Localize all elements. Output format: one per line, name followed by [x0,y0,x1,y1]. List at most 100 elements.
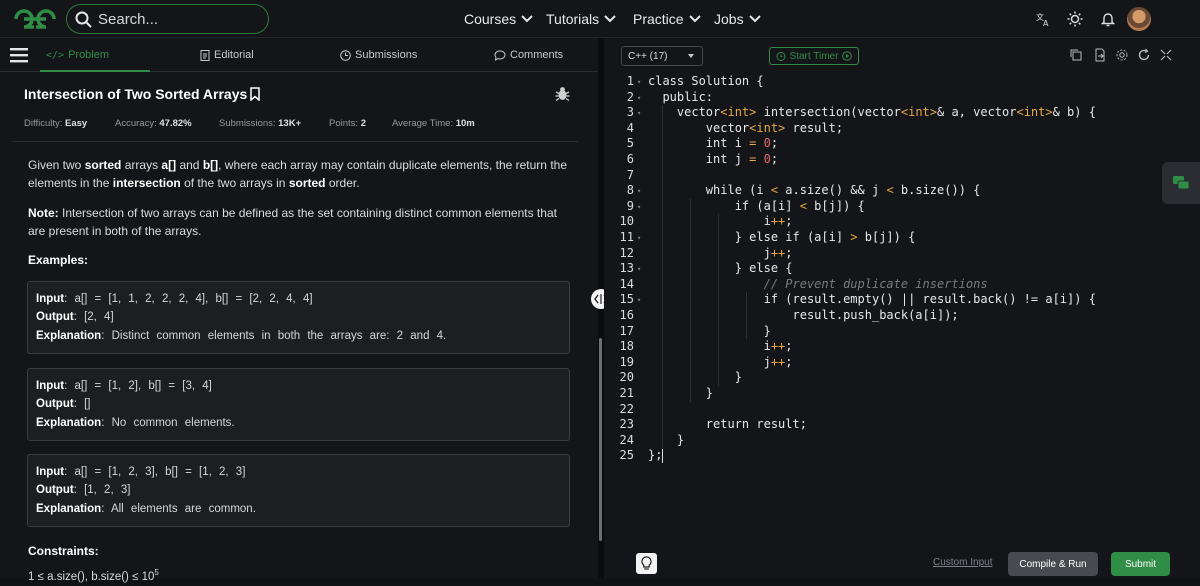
clock-icon [340,49,351,61]
nav-jobs[interactable]: Jobs [714,0,761,38]
code-text: // Prevent duplicate insertions [763,276,988,291]
constraints-heading: Constraints: [28,544,99,558]
meta-average-time: Average Time: 10m [392,118,475,129]
fold-arrow-icon[interactable]: ▾ [637,110,643,117]
tab-comments[interactable]: Comments [494,38,563,72]
line-number: 1 [626,74,634,88]
nav-tutorials[interactable]: Tutorials [546,0,616,38]
line-number: 16 [619,308,634,322]
line-number: 10 [619,214,634,229]
import-file-icon[interactable] [1093,48,1107,62]
menu-hamburger-icon[interactable] [10,47,28,63]
line-number: 2 [626,89,634,104]
fold-arrow-icon[interactable]: ▾ [637,188,643,195]
fold-arrow-icon[interactable]: ▾ [637,79,643,86]
code-line: 21 } [604,386,1200,402]
code-text: } [648,432,685,447]
gfg-logo-icon[interactable] [12,6,58,32]
code-line: 19 j++; [604,355,1200,371]
code-text: } else if (a[i] > b[j]) { [648,230,916,244]
code-text: vector<int> result; [648,120,844,135]
meta-submissions: Submissions: 13K+ [219,118,302,129]
code-text: int i = 0; [648,136,779,151]
search-input[interactable]: Search... [66,4,269,34]
problem-tabs: </> Problem Editorial Submissions Comment… [0,38,598,72]
example-box: Input: a[] = [1, 2, 3], b[] = [1, 2, 3] … [27,454,570,528]
hint-button[interactable] [636,553,657,574]
reset-icon[interactable] [1137,48,1151,62]
editor-toolbar: C++ (17) Start Timer [604,38,1200,74]
code-text: if (a[i] < b[j]) { [648,198,865,213]
code-line: 5 int i = 0; [604,136,1200,152]
tab-submissions[interactable]: Submissions [340,38,417,72]
start-timer-button[interactable]: Start Timer [769,47,859,65]
translate-icon[interactable]: 文A [1031,8,1055,30]
code-line: 3 ▾ vector<int> intersection(vector<int>&… [604,105,1200,121]
nav-practice[interactable]: Practice [633,0,701,38]
fold-arrow-icon[interactable]: ▾ [637,297,643,304]
chevron-down-icon [688,15,701,23]
line-number: 12 [619,245,634,260]
fullscreen-icon[interactable] [1159,48,1173,62]
custom-input-link[interactable]: Custom Input [933,557,992,568]
report-bug-icon[interactable] [555,86,570,102]
chat-button[interactable] [1162,162,1200,204]
fold-arrow-icon[interactable]: ▾ [637,235,643,242]
submit-button[interactable]: Submit [1111,552,1170,576]
meta-accuracy: Accuracy: 47.82% [115,118,192,129]
language-select[interactable]: C++ (17) [621,46,703,66]
document-icon [200,49,210,61]
line-number: 7 [626,167,634,182]
editor-panel: C++ (17) Start Timer 1 ▾ class Solution {2… [604,38,1200,579]
code-line: 18 i++; [604,339,1200,355]
code-line: 13 ▾ } else { [604,261,1200,277]
bookmark-icon[interactable] [249,87,261,102]
problem-scrollbar[interactable] [599,338,602,541]
code-text: }; [648,448,663,463]
code-line: 1 ▾ class Solution { [604,74,1200,90]
code-editor[interactable]: 1 ▾ class Solution {2 ▾ public: 3 ▾ vector<in… [604,74,1200,579]
code-line: 15 ▾ if (result.empty() || result.back() … [604,292,1200,308]
code-text: i++; [648,214,793,229]
example-box: Input: a[] = [1, 2], b[] = [3, 4] Output… [27,368,570,442]
fold-arrow-icon[interactable]: ▾ [637,94,643,101]
line-number: 4 [626,120,634,135]
play-circle-icon [842,51,853,61]
caret-down-icon [688,54,694,58]
tab-editorial[interactable]: Editorial [200,38,254,72]
top-navbar: Search... Courses Tutorials Practice Job… [0,0,1200,38]
lightbulb-icon [641,556,652,570]
code-line: 17 } [604,324,1200,340]
notification-bell-icon[interactable] [1096,8,1120,30]
code-line: 2 ▾ public: [604,90,1200,106]
line-number: 23 [619,417,634,432]
code-line: 9 ▾ if (a[i] < b[j]) { [604,199,1200,215]
fold-arrow-icon[interactable]: ▾ [637,203,643,210]
line-number: 6 [626,152,634,166]
line-number: 21 [619,386,634,400]
theme-sun-icon[interactable] [1063,8,1087,30]
code-text: } [648,370,742,385]
fold-arrow-icon[interactable]: ▾ [637,266,643,273]
code-line: 12 j++; [604,246,1200,262]
svg-text:A: A [1043,19,1049,27]
settings-gear-icon[interactable] [1115,48,1129,62]
code-text: class Solution { [648,74,764,88]
problem-description: Given two sorted arrays a[] and b[], whe… [28,158,567,190]
code-text: } else { [648,261,793,276]
line-number: 18 [619,339,634,354]
compile-run-button[interactable]: Compile & Run [1008,552,1098,576]
active-tab-indicator [40,70,150,72]
tab-problem[interactable]: </> Problem [46,38,109,72]
code-line: 6 int j = 0; [604,152,1200,168]
nav-courses[interactable]: Courses [464,0,533,38]
problem-panel: </> Problem Editorial Submissions Comment… [0,38,598,583]
divider [12,141,578,142]
code-text: vector<int> intersection(vector<int>& a,… [648,105,1096,120]
line-number: 17 [619,323,634,338]
constraint-item: 1 ≤ a.size(), b.size() ≤ 105 [28,568,159,583]
copy-icon[interactable] [1069,48,1083,62]
code-line: 23 return result; [604,417,1200,433]
timer-icon [776,52,786,61]
avatar[interactable] [1127,7,1151,31]
